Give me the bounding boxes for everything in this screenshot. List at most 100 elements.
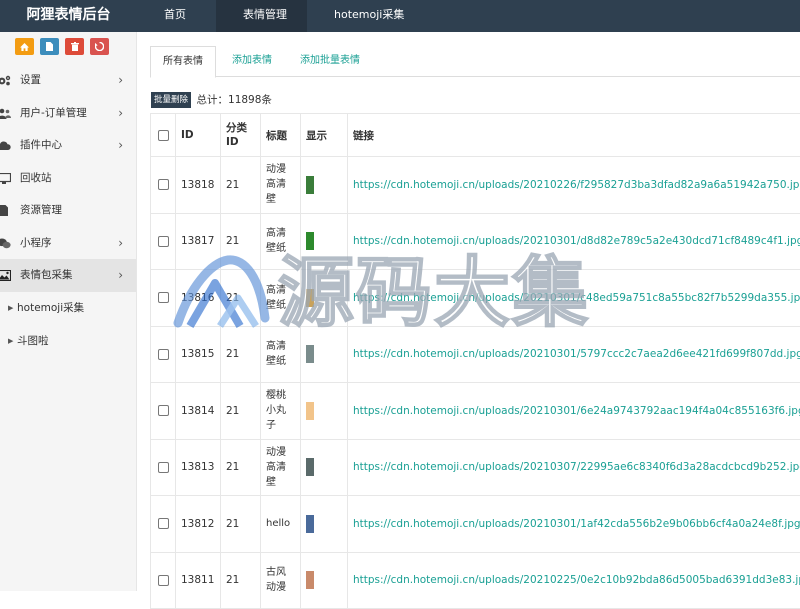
emoji-thumbnail[interactable] bbox=[306, 289, 314, 307]
sidebar-item-emoji-collect[interactable]: 表情包采集 › bbox=[0, 259, 136, 292]
row-preview bbox=[301, 213, 348, 270]
row-link-cell: https://cdn.hotemoji.cn/uploads/20210307… bbox=[348, 439, 800, 496]
emoji-link[interactable]: https://cdn.hotemoji.cn/uploads/20210301… bbox=[353, 405, 800, 417]
chevron-right-icon: › bbox=[118, 97, 123, 129]
caret-right-icon: ▶ bbox=[8, 325, 13, 357]
row-checkbox[interactable] bbox=[158, 236, 169, 247]
row-category-id: 21 bbox=[221, 383, 261, 440]
row-id: 13812 bbox=[176, 496, 221, 553]
emoji-thumbnail[interactable] bbox=[306, 515, 314, 533]
sidebar-item-plugins[interactable]: 插件中心 › bbox=[0, 129, 136, 162]
row-title-line: 古风 bbox=[266, 565, 295, 580]
row-preview bbox=[301, 157, 348, 214]
row-select-cell bbox=[151, 326, 176, 383]
emoji-link[interactable]: https://cdn.hotemoji.cn/uploads/20210307… bbox=[353, 461, 800, 473]
row-id: 13816 bbox=[176, 270, 221, 327]
table-row: 1381721高清壁纸https://cdn.hotemoji.cn/uploa… bbox=[151, 213, 800, 270]
row-preview bbox=[301, 326, 348, 383]
emoji-link[interactable]: https://cdn.hotemoji.cn/uploads/20210301… bbox=[353, 348, 800, 360]
row-link-cell: https://cdn.hotemoji.cn/uploads/20210226… bbox=[348, 157, 800, 214]
chevron-right-icon: › bbox=[118, 129, 123, 161]
row-id: 13811 bbox=[176, 552, 221, 609]
row-category-id: 21 bbox=[221, 270, 261, 327]
row-id: 13817 bbox=[176, 213, 221, 270]
sidebar-item-label: 资源管理 bbox=[20, 204, 62, 216]
row-checkbox[interactable] bbox=[158, 292, 169, 303]
row-select-cell bbox=[151, 439, 176, 496]
sidebar-subitem-doutula[interactable]: ▶ 斗图啦 bbox=[0, 325, 136, 358]
sidebar-item-users-orders[interactable]: 用户-订单管理 › bbox=[0, 97, 136, 130]
emoji-thumbnail[interactable] bbox=[306, 232, 314, 250]
row-id: 13815 bbox=[176, 326, 221, 383]
sidebar-item-mini-program[interactable]: 小程序 › bbox=[0, 227, 136, 260]
header-id: ID bbox=[176, 114, 221, 157]
row-title-line: 高清 bbox=[266, 460, 295, 475]
delete-button[interactable] bbox=[65, 38, 84, 55]
home-button[interactable] bbox=[15, 38, 34, 55]
header-category-line1: 分类 bbox=[226, 122, 247, 134]
emoji-link[interactable]: https://cdn.hotemoji.cn/uploads/20210226… bbox=[353, 179, 800, 191]
emoji-thumbnail[interactable] bbox=[306, 402, 314, 420]
row-checkbox[interactable] bbox=[158, 179, 169, 190]
emoji-thumbnail[interactable] bbox=[306, 345, 314, 363]
chevron-right-icon: › bbox=[118, 259, 123, 291]
caret-right-icon: ▶ bbox=[8, 292, 13, 324]
row-select-cell bbox=[151, 157, 176, 214]
row-title-line: 高清 bbox=[266, 283, 295, 298]
sidebar-item-label: 回收站 bbox=[20, 172, 52, 184]
emoji-link[interactable]: https://cdn.hotemoji.cn/uploads/20210301… bbox=[353, 518, 800, 530]
tab-add-emoji[interactable]: 添加表情 bbox=[220, 46, 284, 77]
emoji-link[interactable]: https://cdn.hotemoji.cn/uploads/20210301… bbox=[353, 235, 800, 247]
quick-actions bbox=[0, 32, 136, 64]
row-preview bbox=[301, 439, 348, 496]
tab-add-batch-emoji[interactable]: 添加批量表情 bbox=[288, 46, 372, 77]
app-title: 阿狸表情后台 bbox=[0, 0, 137, 32]
row-checkbox[interactable] bbox=[158, 405, 169, 416]
total-count: 总计：11898条 bbox=[197, 92, 272, 108]
sidebar-subitem-hotemoji[interactable]: ▶ hotemoji采集 bbox=[0, 292, 136, 325]
row-select-cell bbox=[151, 496, 176, 553]
nav-home[interactable]: 首页 bbox=[137, 0, 216, 32]
row-title: 动漫高清壁 bbox=[261, 157, 301, 214]
image-icon bbox=[0, 270, 11, 281]
row-title: 樱桃小丸子 bbox=[261, 383, 301, 440]
row-preview bbox=[301, 270, 348, 327]
select-all-checkbox[interactable] bbox=[158, 130, 169, 141]
nav-emoji-management[interactable]: 表情管理 bbox=[216, 0, 307, 32]
sidebar-item-label: 设置 bbox=[20, 74, 41, 86]
sidebar-item-settings[interactable]: 设置 › bbox=[0, 64, 136, 97]
row-title: 高清壁纸 bbox=[261, 326, 301, 383]
new-file-button[interactable] bbox=[40, 38, 59, 55]
document-icon bbox=[0, 205, 11, 216]
table-row: 1381821动漫高清壁https://cdn.hotemoji.cn/uplo… bbox=[151, 157, 800, 214]
sidebar-item-resources[interactable]: 资源管理 bbox=[0, 194, 136, 227]
row-checkbox[interactable] bbox=[158, 575, 169, 586]
recycle-button[interactable] bbox=[90, 38, 109, 55]
table-header-row: ID 分类ID 标题 显示 链接 bbox=[151, 114, 800, 157]
top-navbar: 阿狸表情后台 首页 表情管理 hotemoji采集 bbox=[0, 0, 800, 32]
batch-delete-button[interactable]: 批量删除 bbox=[151, 92, 191, 108]
row-checkbox[interactable] bbox=[158, 518, 169, 529]
row-checkbox[interactable] bbox=[158, 462, 169, 473]
emoji-thumbnail[interactable] bbox=[306, 571, 314, 589]
row-select-cell bbox=[151, 213, 176, 270]
row-title-line: 樱桃 bbox=[266, 388, 295, 403]
row-title-line: 壁 bbox=[266, 475, 295, 490]
row-checkbox[interactable] bbox=[158, 349, 169, 360]
row-select-cell bbox=[151, 552, 176, 609]
main-content: 所有表情 添加表情 添加批量表情 批量删除 总计：11898条 ID 分类ID … bbox=[150, 46, 800, 591]
header-show: 显示 bbox=[301, 114, 348, 157]
emoji-link[interactable]: https://cdn.hotemoji.cn/uploads/20210225… bbox=[353, 574, 800, 586]
sidebar-item-recycle-bin[interactable]: 回收站 bbox=[0, 162, 136, 195]
row-preview bbox=[301, 383, 348, 440]
nav-hotemoji-collect[interactable]: hotemoji采集 bbox=[307, 0, 424, 32]
table-row: 1381621高清壁纸 https://cdn.hotemoji.cn/uploa… bbox=[151, 270, 800, 327]
emoji-thumbnail[interactable] bbox=[306, 176, 314, 194]
row-link-cell: https://cdn.hotemoji.cn/uploads/20210301… bbox=[348, 326, 800, 383]
gears-icon bbox=[0, 75, 11, 86]
tab-all-emojis[interactable]: 所有表情 bbox=[150, 46, 216, 78]
emoji-link[interactable]: https://cdn.hotemoji.cn/uploads/20210301… bbox=[353, 292, 800, 304]
row-title: 高清壁纸 bbox=[261, 270, 301, 327]
emoji-thumbnail[interactable] bbox=[306, 458, 314, 476]
emoji-table: ID 分类ID 标题 显示 链接 1381821动漫高清壁https://cdn… bbox=[150, 113, 800, 609]
